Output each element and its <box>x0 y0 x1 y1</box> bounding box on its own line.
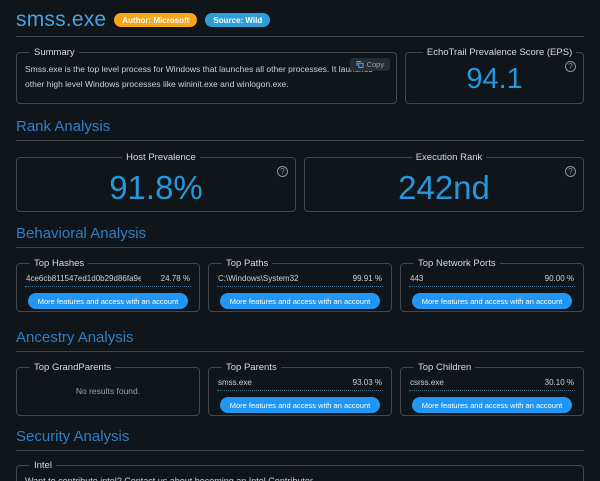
top-network-ports-legend: Top Network Ports <box>414 258 500 269</box>
copy-icon <box>356 60 364 69</box>
intel-text: Want to contribute intel? Contact us abo… <box>25 476 575 481</box>
top-hashes-panel: Top Hashes 4ce6cb811547ed1d0b29d86fa9ece… <box>16 258 200 312</box>
execution-rank-legend: Execution Rank <box>412 152 487 163</box>
summary-legend: Summary <box>30 47 79 58</box>
source-badge: Source: Wild <box>205 13 270 27</box>
eps-legend: EchoTrail Prevalence Score (EPS) <box>423 47 576 58</box>
copy-button[interactable]: Copy <box>350 58 391 71</box>
author-badge: Author: Microsoft <box>114 13 197 27</box>
host-prevalence-value: 91.8% <box>109 169 203 207</box>
top-grandparents-panel: Top GrandParents No results found. <box>16 362 200 416</box>
summary-eps-row: Summary Copy Smss.exe is the top level p… <box>16 47 584 104</box>
path-percentage: 99.91 % <box>353 274 382 283</box>
top-parents-legend: Top Parents <box>222 362 281 373</box>
account-cta-button[interactable]: More features and access with an account <box>28 293 189 309</box>
intel-panel: Intel Want to contribute intel? Contact … <box>16 460 584 481</box>
rank-row: Host Prevalence ? 91.8% Execution Rank ?… <box>16 152 584 212</box>
page-header: smss.exe Author: Microsoft Source: Wild <box>16 7 584 33</box>
child-process-link[interactable]: csrss.exe <box>410 378 444 387</box>
top-parents-panel: Top Parents smss.exe 93.03 % More featur… <box>208 362 392 416</box>
ancestry-row: Top GrandParents No results found. Top P… <box>16 362 584 416</box>
account-cta-button[interactable]: More features and access with an account <box>412 293 573 309</box>
top-children-legend: Top Children <box>414 362 475 373</box>
top-paths-panel: Top Paths C:\Windows\System32 99.91 % Mo… <box>208 258 392 312</box>
page-title: smss.exe <box>16 8 106 32</box>
section-heading-behavioral: Behavioral Analysis <box>16 225 584 248</box>
top-paths-legend: Top Paths <box>222 258 272 269</box>
table-row: smss.exe 93.03 % <box>217 374 383 391</box>
top-children-panel: Top Children csrss.exe 30.10 % More feat… <box>400 362 584 416</box>
host-prevalence-legend: Host Prevalence <box>122 152 200 163</box>
execution-rank-value: 242nd <box>398 169 490 207</box>
account-cta-button[interactable]: More features and access with an account <box>412 397 573 413</box>
port-value-link[interactable]: 443 <box>410 274 423 283</box>
copy-label: Copy <box>367 60 385 69</box>
process-analysis-page: smss.exe Author: Microsoft Source: Wild … <box>0 0 600 481</box>
path-value-link[interactable]: C:\Windows\System32 <box>218 274 298 283</box>
summary-text: Smss.exe is the top level process for Wi… <box>25 62 388 93</box>
host-prevalence-panel: Host Prevalence ? 91.8% <box>16 152 296 212</box>
section-heading-security: Security Analysis <box>16 428 584 451</box>
eps-panel: EchoTrail Prevalence Score (EPS) ? 94.1 <box>405 47 584 104</box>
behavioral-row: Top Hashes 4ce6cb811547ed1d0b29d86fa9ece… <box>16 258 584 312</box>
top-network-ports-panel: Top Network Ports 443 90.00 % More featu… <box>400 258 584 312</box>
host-prevalence-help-icon[interactable]: ? <box>277 166 288 177</box>
account-cta-button[interactable]: More features and access with an account <box>220 293 381 309</box>
port-percentage: 90.00 % <box>545 274 574 283</box>
table-row: C:\Windows\System32 99.91 % <box>217 270 383 287</box>
execution-rank-help-icon[interactable]: ? <box>565 166 576 177</box>
top-grandparents-legend: Top GrandParents <box>30 362 115 373</box>
summary-panel: Summary Copy Smss.exe is the top level p… <box>16 47 397 104</box>
eps-help-icon[interactable]: ? <box>565 61 576 72</box>
hash-percentage: 24.78 % <box>161 274 190 283</box>
intel-legend: Intel <box>30 460 56 471</box>
table-row: 443 90.00 % <box>409 270 575 287</box>
parent-process-link[interactable]: smss.exe <box>218 378 252 387</box>
hash-value-link[interactable]: 4ce6cb811547ed1d0b29d86fa9ece636 <box>26 274 141 283</box>
child-percentage: 30.10 % <box>545 378 574 387</box>
header-divider <box>16 36 584 37</box>
no-results-text: No results found. <box>25 374 191 396</box>
eps-score-value: 94.1 <box>466 63 522 96</box>
table-row: csrss.exe 30.10 % <box>409 374 575 391</box>
table-row: 4ce6cb811547ed1d0b29d86fa9ece636 24.78 % <box>25 270 191 287</box>
execution-rank-panel: Execution Rank ? 242nd <box>304 152 584 212</box>
section-heading-ancestry: Ancestry Analysis <box>16 329 584 352</box>
parent-percentage: 93.03 % <box>353 378 382 387</box>
top-hashes-legend: Top Hashes <box>30 258 88 269</box>
section-heading-rank: Rank Analysis <box>16 118 584 141</box>
account-cta-button[interactable]: More features and access with an account <box>220 397 381 413</box>
